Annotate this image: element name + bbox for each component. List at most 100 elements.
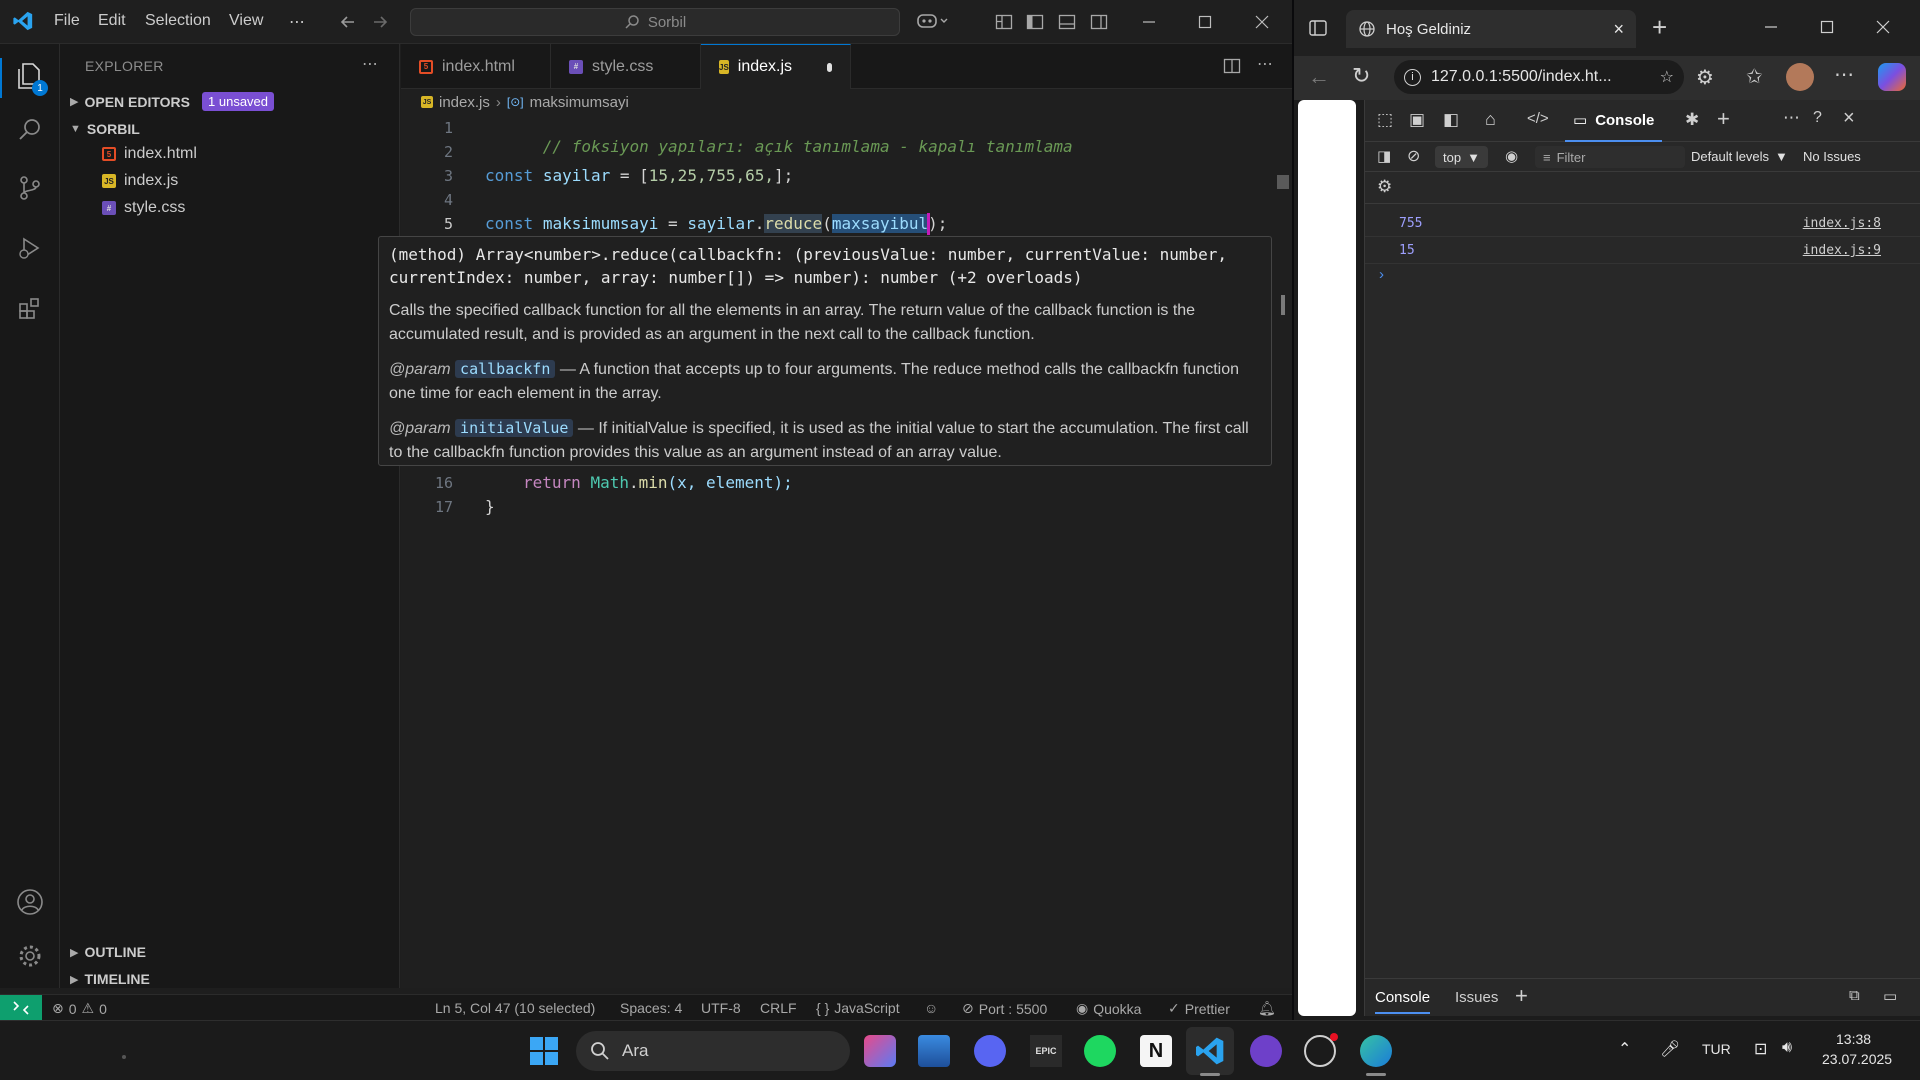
clear-console-icon[interactable]: ⊘ — [1407, 146, 1420, 166]
close-devtools-icon[interactable]: × — [1843, 107, 1855, 130]
github-desktop-icon[interactable] — [1250, 1035, 1282, 1067]
breadcrumb-symbol[interactable]: maksimumsayi — [530, 94, 629, 111]
sidebar-toggle-icon[interactable]: ◨ — [1377, 147, 1391, 165]
editor-more-icon[interactable]: ⋯ — [1257, 54, 1273, 74]
vscode-taskbar-icon[interactable] — [1194, 1035, 1226, 1067]
source-control-icon[interactable] — [12, 170, 48, 206]
customize-layout-icon[interactable] — [995, 13, 1013, 31]
toggle-panel-icon[interactable] — [1058, 13, 1076, 31]
log-source-link[interactable]: index.js:8 — [1803, 216, 1881, 231]
issues-counter[interactable]: No Issues — [1803, 149, 1861, 164]
filter-input[interactable]: ≡ Filter — [1535, 146, 1685, 168]
file-item-index-html[interactable]: 5 index.html — [102, 145, 197, 163]
windows-start-icon[interactable] — [528, 1035, 560, 1067]
notion-icon[interactable]: N — [1140, 1035, 1172, 1067]
copilot-icon[interactable] — [1878, 63, 1906, 91]
indentation[interactable]: Spaces: 4 — [620, 1000, 682, 1016]
more-options-icon[interactable]: ⋯ — [1783, 108, 1800, 128]
drawer-tab-issues[interactable]: Issues — [1455, 989, 1498, 1006]
back-arrow-icon[interactable]: ← — [1308, 64, 1330, 90]
help-icon[interactable]: ? — [1813, 109, 1822, 127]
settings-more-icon[interactable]: ⋯ — [1834, 62, 1854, 87]
profile-avatar[interactable] — [1786, 63, 1814, 91]
breadcrumb-file[interactable]: index.js — [439, 94, 490, 111]
tab-index-html[interactable]: 5 index.html — [401, 44, 551, 89]
copilot-status-icon[interactable]: ☺ — [924, 1000, 938, 1016]
quokka-status[interactable]: ◉ Quokka — [1076, 1000, 1141, 1017]
menu-view[interactable]: View — [229, 12, 263, 30]
language-mode[interactable]: { } JavaScript — [816, 1000, 900, 1016]
problems-status[interactable]: ⊗ 0 ⚠ 0 — [52, 1000, 107, 1017]
photos-app-icon[interactable] — [918, 1035, 950, 1067]
file-item-index-js[interactable]: JS index.js — [102, 172, 178, 190]
scrollbar-thumb[interactable] — [1277, 175, 1289, 189]
quick-view-icon[interactable]: ⧉ — [1849, 987, 1860, 1004]
discord-icon[interactable] — [974, 1035, 1006, 1067]
debug-bug-icon[interactable]: ✱ — [1685, 110, 1699, 130]
edge-taskbar-icon[interactable] — [1360, 1035, 1392, 1067]
dock-side-icon[interactable]: ◧ — [1443, 110, 1459, 130]
clock-date[interactable]: 23.07.2025 — [1822, 1051, 1892, 1067]
page-viewport[interactable] — [1298, 100, 1356, 1016]
minimize-icon[interactable] — [1140, 13, 1158, 31]
minimize-icon[interactable] — [1762, 18, 1780, 36]
close-tab-icon[interactable]: × — [1613, 19, 1624, 40]
dock-drawer-icon[interactable]: ▭ — [1883, 987, 1897, 1005]
tab-style-css[interactable]: # style.css — [551, 44, 701, 89]
maximize-icon[interactable] — [1196, 13, 1214, 31]
favorite-star-icon[interactable]: ☆ — [1660, 67, 1674, 87]
info-icon[interactable]: i — [1404, 68, 1421, 86]
maximize-icon[interactable] — [1818, 18, 1836, 36]
tray-chevron-up-icon[interactable]: ⌃ — [1618, 1039, 1631, 1059]
new-tab-icon[interactable]: + — [1652, 12, 1667, 43]
encoding[interactable]: UTF-8 — [701, 1000, 741, 1016]
more-tools-icon[interactable]: + — [1717, 106, 1730, 132]
split-editor-icon[interactable] — [1223, 57, 1241, 75]
elements-icon[interactable]: </> — [1527, 110, 1549, 127]
favorites-icon[interactable]: ✩ — [1746, 64, 1763, 89]
toggle-sidebar-icon[interactable] — [1026, 13, 1044, 31]
forward-arrow-icon[interactable] — [370, 12, 390, 32]
outline-section[interactable]: ▶ OUTLINE — [70, 944, 146, 960]
menu-more[interactable]: ⋯ — [289, 12, 305, 32]
volume-icon[interactable]: 🔊︎ — [1782, 1039, 1792, 1057]
log-source-link[interactable]: index.js:9 — [1803, 243, 1881, 258]
menu-selection[interactable]: Selection — [145, 12, 211, 30]
settings-gear-icon[interactable] — [12, 938, 48, 974]
run-debug-icon[interactable] — [12, 230, 48, 266]
menu-file[interactable]: File — [54, 12, 80, 30]
console-prompt-chevron-icon[interactable]: › — [1379, 266, 1384, 283]
network-icon[interactable]: ⊡ — [1754, 1039, 1767, 1059]
close-icon[interactable] — [1874, 18, 1892, 36]
tab-console[interactable]: ▭ Console — [1565, 100, 1663, 142]
context-select[interactable]: top ▼ — [1435, 146, 1488, 168]
tab-index-js[interactable]: JS index.js — [701, 44, 851, 89]
input-language[interactable]: TUR — [1702, 1041, 1731, 1057]
toggle-secondary-sidebar-icon[interactable] — [1090, 13, 1108, 31]
epic-games-icon[interactable]: EPIC — [1030, 1035, 1062, 1067]
more-actions-icon[interactable]: ⋯ — [362, 54, 378, 74]
copilot-icon[interactable] — [916, 10, 950, 32]
address-bar[interactable]: i 127.0.0.1:5500/index.ht... ☆ — [1394, 60, 1684, 94]
open-editors-section[interactable]: ▶ OPEN EDITORS 1 unsaved — [70, 92, 275, 111]
command-center-search[interactable]: Sorbil — [410, 8, 900, 36]
search-icon[interactable] — [12, 112, 48, 148]
unsaved-dot-icon[interactable] — [827, 62, 832, 72]
drawer-tab-console[interactable]: Console — [1375, 989, 1431, 1014]
file-item-style-css[interactable]: # style.css — [102, 199, 185, 217]
remote-indicator-icon[interactable] — [0, 995, 42, 1021]
back-arrow-icon[interactable] — [338, 12, 358, 32]
welcome-home-icon[interactable]: ⌂ — [1485, 109, 1496, 130]
spotify-icon[interactable] — [1084, 1035, 1116, 1067]
cursor-position[interactable]: Ln 5, Col 47 (10 selected) — [435, 1000, 595, 1016]
prettier-status[interactable]: ✓ Prettier — [1168, 1000, 1230, 1017]
widgets-app-icon[interactable] — [864, 1035, 896, 1067]
tab-actions-icon[interactable] — [1308, 18, 1328, 38]
folder-section[interactable]: ▼ SORBIL — [70, 121, 140, 137]
add-drawer-tab-icon[interactable]: + — [1515, 983, 1528, 1009]
extensions-icon[interactable]: ⚙ — [1696, 65, 1714, 90]
microphone-icon[interactable]: 🎤︎ — [1660, 1039, 1680, 1059]
taskbar-search[interactable]: Ara — [576, 1031, 850, 1071]
inspect-element-icon[interactable]: ⬚ — [1377, 110, 1393, 130]
log-levels-select[interactable]: Default levels ▼ — [1691, 149, 1788, 164]
